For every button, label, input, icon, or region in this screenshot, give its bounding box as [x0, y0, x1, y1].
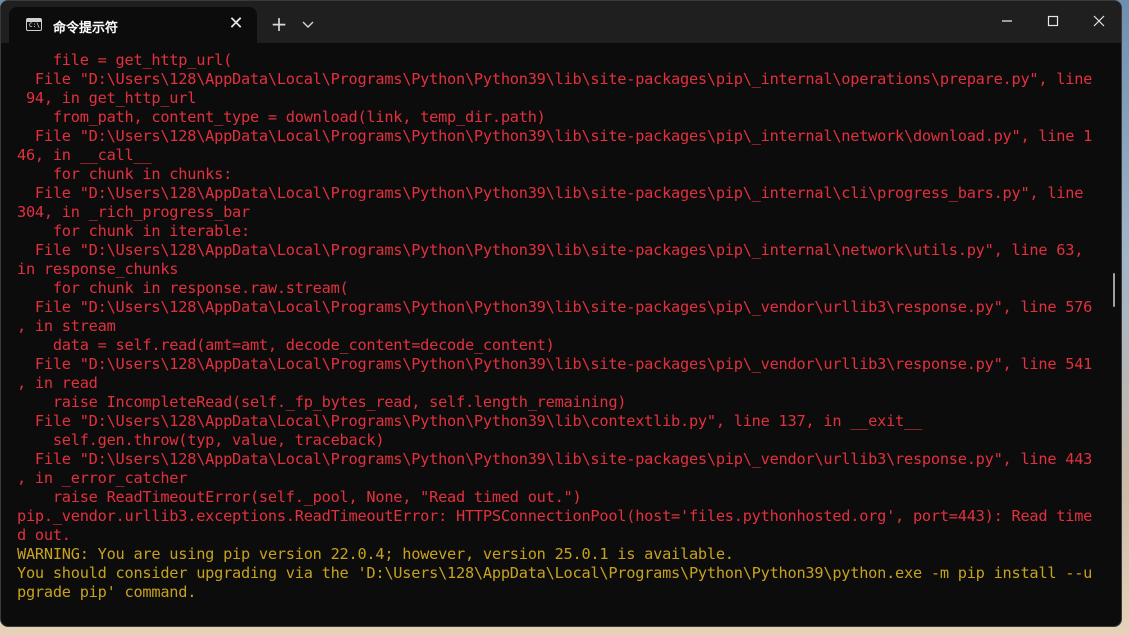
minimize-button[interactable]	[995, 11, 1019, 31]
cmd-icon-text: C:\	[29, 22, 40, 29]
console-line: , in stream	[17, 317, 116, 335]
console-line: File "D:\Users\128\AppData\Local\Program…	[17, 184, 1084, 202]
console-output[interactable]: file = get_http_url( File "D:\Users\128\…	[1, 43, 1107, 626]
close-tab-icon[interactable]: ✕	[227, 15, 245, 33]
maximize-button[interactable]	[1041, 11, 1065, 31]
console-line: You should consider upgrading via the 'D…	[17, 564, 1093, 582]
console-line: for chunk in iterable:	[17, 222, 250, 240]
console-line: from_path, content_type = download(link,…	[17, 108, 546, 126]
console-line: , in _error_catcher	[17, 469, 188, 487]
terminal-window: C:\ 命令提示符 ✕ + file = get_http_url( File …	[0, 0, 1122, 627]
new-tab-button[interactable]: +	[269, 14, 289, 34]
console-line: 304, in _rich_progress_bar	[17, 203, 250, 221]
console-line: , in read	[17, 374, 98, 392]
console-line: pip._vendor.urllib3.exceptions.ReadTimeo…	[17, 507, 1093, 525]
console-line: File "D:\Users\128\AppData\Local\Program…	[17, 298, 1093, 316]
console-line: in response_chunks	[17, 260, 179, 278]
console-line: d out.	[17, 526, 71, 544]
close-window-button[interactable]	[1087, 11, 1111, 31]
tab-title: 命令提示符	[53, 21, 119, 36]
console-line: File "D:\Users\128\AppData\Local\Program…	[17, 412, 922, 430]
console-line: raise ReadTimeoutError(self._pool, None,…	[17, 488, 582, 506]
console-line: for chunk in chunks:	[17, 165, 233, 183]
console-line: File "D:\Users\128\AppData\Local\Program…	[17, 450, 1093, 468]
console-line: File "D:\Users\128\AppData\Local\Program…	[17, 355, 1093, 373]
console-line: File "D:\Users\128\AppData\Local\Program…	[17, 127, 1093, 145]
console-line: for chunk in response.raw.stream(	[17, 279, 349, 297]
console-line: pgrade pip' command.	[17, 583, 197, 601]
console-line: data = self.read(amt=amt, decode_content…	[17, 336, 555, 354]
scrollbar-thumb[interactable]	[1113, 273, 1115, 307]
title-bar[interactable]: C:\ 命令提示符 ✕ +	[1, 1, 1121, 43]
console-line: File "D:\Users\128\AppData\Local\Program…	[17, 241, 1084, 259]
console-line: raise IncompleteRead(self._fp_bytes_read…	[17, 393, 627, 411]
cmd-icon: C:\	[26, 18, 42, 31]
console-line: file = get_http_url(	[17, 51, 233, 69]
tab-command-prompt[interactable]: C:\ 命令提示符 ✕	[9, 7, 257, 43]
console-line: 94, in get_http_url	[17, 89, 197, 107]
console-line: self.gen.throw(typ, value, traceback)	[17, 431, 385, 449]
console-line: File "D:\Users\128\AppData\Local\Program…	[17, 70, 1093, 88]
console-line: 46, in __call__	[17, 146, 152, 164]
chevron-down-icon[interactable]	[299, 15, 317, 33]
console-line: WARNING: You are using pip version 22.0.…	[17, 545, 734, 563]
